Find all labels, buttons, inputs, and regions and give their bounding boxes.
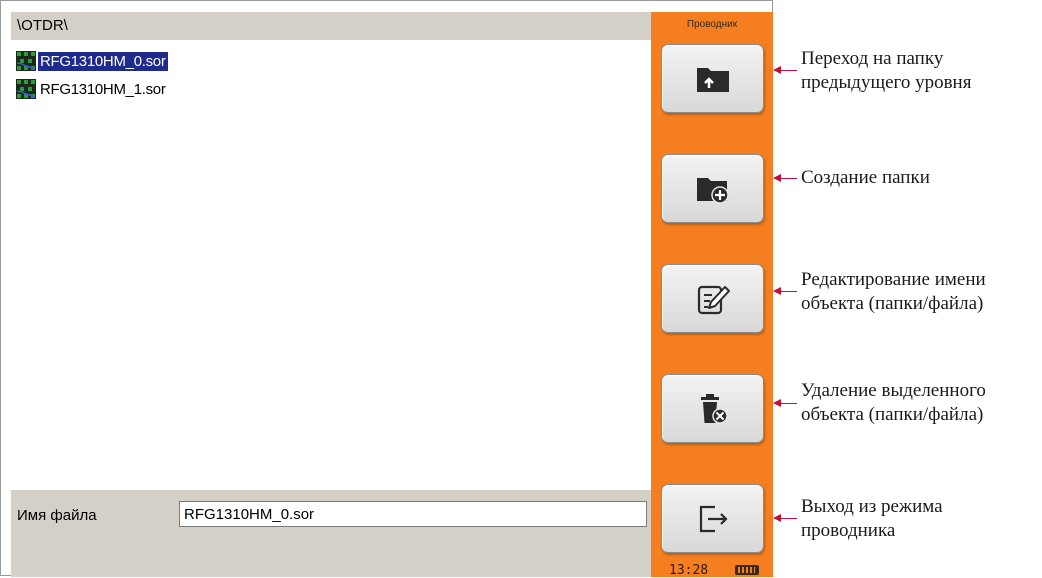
create-folder-button[interactable] — [661, 154, 764, 223]
callout-text: проводника — [801, 520, 896, 541]
file-name: RFG1310HM_1.sor — [40, 80, 166, 98]
folder-add-icon — [696, 177, 729, 204]
trash-delete-icon — [700, 393, 728, 424]
exit-icon — [699, 505, 728, 532]
callout-delete: Удаление выделенного объекта (папки/файл… — [801, 379, 986, 427]
callout-pointer — [773, 174, 797, 182]
filename-bar: Имя файла — [11, 490, 651, 577]
explorer-side-panel: Проводник 13:28 — [651, 12, 773, 578]
file-item[interactable]: RFG1310HM_0.sor — [16, 50, 168, 72]
callout-pointer — [773, 287, 797, 295]
path-bar: \OTDR\ — [11, 12, 651, 40]
side-panel-title: Проводник — [686, 19, 738, 30]
folder-up-button[interactable] — [661, 44, 764, 113]
rename-button[interactable] — [661, 264, 764, 333]
callout-text: Выход из режима — [801, 496, 943, 517]
file-item[interactable]: RFG1310HM_1.sor — [16, 78, 168, 100]
exit-explorer-button[interactable] — [661, 484, 764, 553]
callout-pointer — [773, 399, 797, 407]
callout-text: объекта (папки/файла) — [801, 293, 984, 314]
callout-text: Удаление выделенного — [801, 380, 986, 401]
callout-text: Создание папки — [801, 167, 930, 188]
sor-file-icon — [16, 79, 36, 99]
callout-pointer — [773, 514, 797, 522]
file-list[interactable]: RFG1310HM_0.sor RFG1310HM_1.sor — [11, 40, 651, 490]
callout-folder-up: Переход на папку предыдущего уровня — [801, 47, 971, 95]
callout-text: Редактирование имени — [801, 269, 986, 290]
folder-up-icon — [696, 67, 729, 92]
explorer-window: \OTDR\ RFG1310HM_0.sor RFG1310HM_1.sor И… — [0, 0, 773, 578]
callout-text: Переход на папку — [801, 48, 944, 69]
callout-rename: Редактирование имени объекта (папки/файл… — [801, 268, 986, 316]
callout-text: предыдущего уровня — [801, 72, 972, 93]
file-name: RFG1310HM_0.sor — [38, 51, 168, 71]
callout-create-folder: Создание папки — [801, 166, 930, 190]
sor-file-icon — [16, 51, 36, 71]
filename-input[interactable] — [179, 501, 647, 527]
battery-icon — [735, 565, 759, 575]
callout-text: объекта (папки/файла) — [801, 404, 984, 425]
delete-button[interactable] — [661, 374, 764, 443]
filename-label: Имя файла — [17, 507, 97, 524]
edit-icon — [697, 285, 730, 314]
callout-exit: Выход из режима проводника — [801, 495, 943, 543]
callout-pointer — [773, 66, 797, 74]
